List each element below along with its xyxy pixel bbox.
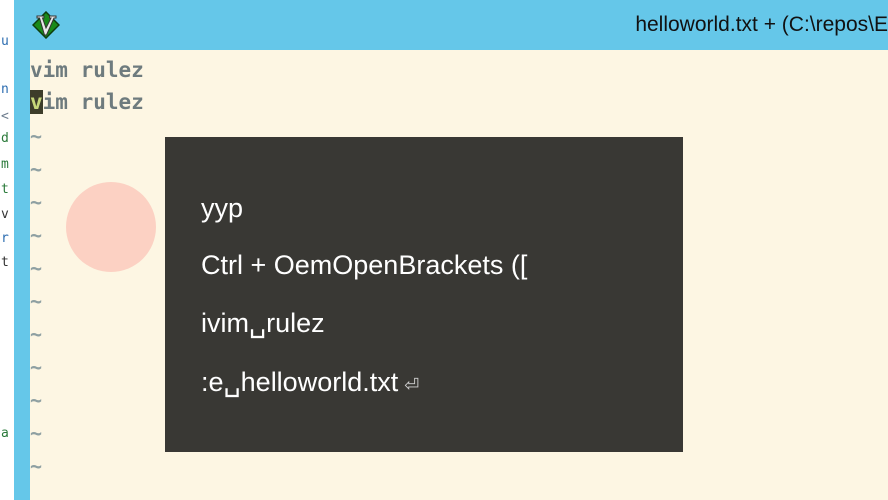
background-text-fragment: m xyxy=(1,157,9,172)
empty-line-tilde: ~ xyxy=(30,256,43,280)
mouse-click-indicator xyxy=(66,182,156,272)
background-text-fragment: v xyxy=(1,207,9,222)
background-window-strip: u n < d m t v r t a xyxy=(0,0,14,500)
empty-line-tilde: ~ xyxy=(30,223,43,247)
empty-line-tilde: ~ xyxy=(30,124,43,148)
empty-line-tilde: ~ xyxy=(30,388,43,412)
keystroke-overlay: yyp Ctrl + OemOpenBrackets ([ ivim␣rulez… xyxy=(165,137,683,452)
empty-line-tilde: ~ xyxy=(30,190,43,214)
editor-line: vim rulez xyxy=(30,86,144,119)
keystroke-entry: ivim␣rulez xyxy=(201,308,331,339)
background-text-fragment: a xyxy=(1,426,9,441)
editor-line: vim rulez xyxy=(30,54,144,87)
text-cursor: v xyxy=(30,90,43,114)
title-bar[interactable]: helloworld.txt + (C:\repos\E xyxy=(14,0,888,50)
keystroke-entry: :e␣helloworld.txt ⏎ xyxy=(201,367,419,398)
empty-line-tilde: ~ xyxy=(30,421,43,445)
background-text-fragment: r xyxy=(1,231,9,246)
window-title: helloworld.txt + (C:\repos\E xyxy=(635,13,888,36)
empty-line-tilde: ~ xyxy=(30,157,43,181)
empty-line-tilde: ~ xyxy=(30,454,43,478)
keystroke-text: :e␣helloworld.txt xyxy=(201,367,399,397)
enter-key-icon: ⏎ xyxy=(404,375,420,395)
window-frame-left-edge xyxy=(14,0,30,500)
background-text-fragment: u xyxy=(1,34,9,49)
keystroke-entry: Ctrl + OemOpenBrackets ([ xyxy=(201,250,533,281)
background-text-fragment: d xyxy=(1,131,9,146)
background-text-fragment: t xyxy=(1,255,9,270)
line-text: im rulez xyxy=(42,90,144,114)
line-text: vim rulez xyxy=(30,58,144,82)
keystroke-entry: yyp xyxy=(201,193,249,224)
background-text-fragment: t xyxy=(1,182,9,197)
keystroke-text: ivim␣rulez xyxy=(201,308,325,338)
empty-line-tilde: ~ xyxy=(30,355,43,379)
keystroke-text: Ctrl + OemOpenBrackets ([ xyxy=(201,250,528,280)
keystroke-text: yyp xyxy=(201,193,244,223)
vim-logo-icon xyxy=(31,10,61,40)
background-text-fragment: < xyxy=(1,109,9,124)
empty-line-tilde: ~ xyxy=(30,322,43,346)
empty-line-tilde: ~ xyxy=(30,289,43,313)
background-text-fragment: n xyxy=(1,82,9,97)
